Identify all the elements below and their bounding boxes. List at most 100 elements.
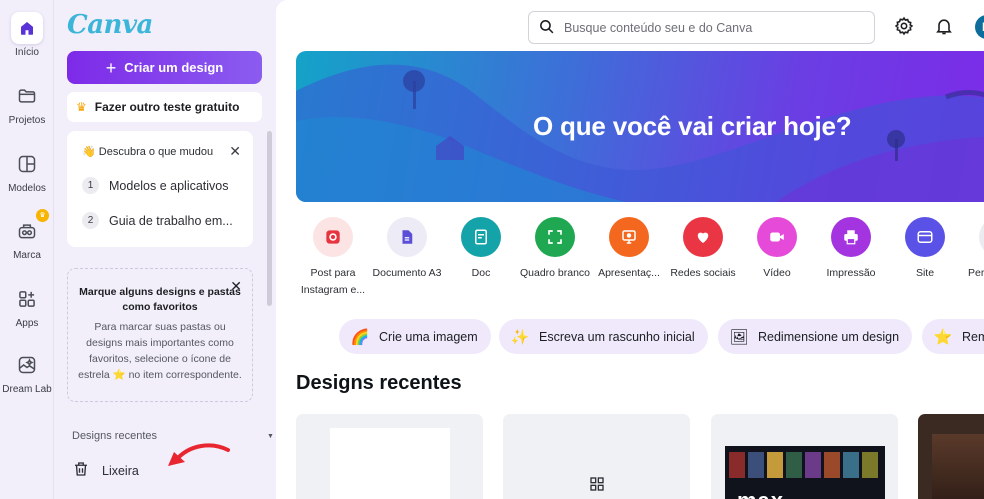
panel-scrollbar[interactable]	[267, 131, 272, 306]
trash-icon	[72, 460, 90, 481]
create-design-button[interactable]: + Criar um design	[67, 51, 262, 84]
custom-size-icon	[979, 217, 984, 257]
rail-item-label: Dream Lab	[2, 384, 52, 395]
document-icon	[387, 217, 427, 257]
chevron-down-icon[interactable]: ▼	[267, 433, 274, 440]
website-icon	[905, 217, 945, 257]
dream-lab-icon	[11, 349, 43, 381]
photo-thumbnail	[932, 434, 984, 499]
chip-label: Crie uma imagem	[379, 329, 478, 344]
recent-design-card[interactable]: max	[711, 414, 898, 499]
print-icon	[831, 217, 871, 257]
resize-icon: 🖼	[729, 328, 749, 346]
category-video[interactable]: Vídeo	[738, 217, 816, 282]
category-label: Vídeo	[763, 267, 791, 279]
category-whiteboard[interactable]: Quadro branco	[516, 217, 594, 282]
doc-icon	[461, 217, 501, 257]
folder-icon	[11, 80, 43, 112]
chip-remove[interactable]: ⭐ Rem	[922, 319, 984, 354]
search-icon	[538, 18, 555, 38]
red-arrow-annotation	[168, 443, 230, 466]
search-placeholder: Busque conteúdo seu e do Canva	[564, 20, 753, 35]
category-custom-size[interactable]: Pers	[960, 217, 984, 282]
recent-designs-label[interactable]: Designs recentes	[72, 430, 157, 442]
home-icon	[11, 12, 43, 44]
sparkle-icon: ✨	[510, 328, 530, 346]
favorites-tip-title: Marque alguns designs e pastas como favo…	[79, 286, 241, 313]
category-label: Pers	[968, 267, 984, 279]
category-label: Site	[915, 267, 935, 279]
trash-label: Lixeira	[102, 463, 139, 478]
chip-label: Rem	[962, 329, 984, 344]
rail-item-label: Início	[15, 47, 39, 58]
rail-item-brand[interactable]: ♛ Marca	[0, 209, 54, 261]
max-logo: max	[737, 488, 784, 499]
favorites-tip-body: Para marcar suas pastas ou designs mais …	[78, 321, 242, 381]
whats-new-item-label: Guia de trabalho em...	[109, 213, 233, 228]
free-trial-button[interactable]: ♛ Fazer outro teste gratuito	[67, 92, 262, 122]
rail-item-projects[interactable]: Projetos	[0, 80, 54, 126]
crown-icon: ♛	[36, 209, 49, 222]
chip-label: Redimensione um design	[758, 329, 900, 344]
bell-icon[interactable]	[934, 16, 954, 41]
step-number: 2	[82, 212, 99, 229]
close-icon[interactable]: ✕	[229, 143, 241, 160]
close-icon[interactable]: ✕	[230, 278, 242, 295]
category-label: Quadro branco	[519, 267, 591, 279]
presentation-icon	[609, 217, 649, 257]
grid-icon	[589, 476, 605, 497]
rail-item-label: Projetos	[8, 115, 46, 126]
avatar[interactable]: M	[975, 15, 984, 39]
category-social-media[interactable]: Redes sociais	[664, 217, 742, 282]
chip-resize-design[interactable]: 🖼 Redimensione um design	[718, 319, 913, 354]
instagram-post-icon	[313, 217, 353, 257]
rail-item-home[interactable]: Início	[0, 12, 54, 58]
category-doc[interactable]: Doc	[442, 217, 520, 282]
social-media-icon	[683, 217, 723, 257]
trash-link[interactable]: Lixeira	[72, 460, 139, 481]
category-label: Documento A3	[372, 267, 442, 279]
create-design-label: Criar um design	[124, 60, 224, 75]
category-document-a3[interactable]: Documento A3	[368, 217, 446, 282]
brand-icon: ♛	[11, 209, 49, 247]
category-instagram-post[interactable]: Post para Instagram e...	[294, 217, 372, 299]
category-label: Doc	[471, 267, 491, 279]
rainbow-icon: 🌈	[350, 328, 370, 346]
recent-design-card[interactable]	[918, 414, 984, 499]
category-label: Impressão	[826, 267, 876, 279]
rail-item-apps[interactable]: Apps	[0, 283, 54, 329]
search-input[interactable]: Busque conteúdo seu e do Canva	[528, 11, 875, 44]
category-label: Redes sociais	[670, 267, 736, 279]
category-label: Post para Instagram e...	[300, 267, 366, 296]
rail-item-dream-lab[interactable]: Dream Lab	[0, 349, 54, 395]
rail-item-label: Modelos	[8, 183, 46, 194]
recent-design-card[interactable]	[503, 414, 690, 499]
whiteboard-icon	[535, 217, 575, 257]
side-panel: Canva + Criar um design ♛ Fazer outro te…	[54, 0, 276, 499]
gear-icon[interactable]	[894, 16, 914, 41]
category-website[interactable]: Site	[886, 217, 964, 282]
main-content: Busque conteúdo seu e do Canva M O que v…	[276, 0, 984, 499]
recent-design-card[interactable]	[296, 414, 483, 499]
wave-icon: 👋	[82, 146, 96, 158]
hero-title: O que você vai criar hoje?	[533, 111, 852, 141]
video-icon	[757, 217, 797, 257]
free-trial-label: Fazer outro teste gratuito	[94, 100, 240, 114]
favorites-tip: ✕ Marque alguns designs e pastas como fa…	[67, 268, 253, 402]
star-icon: ⭐	[933, 328, 953, 346]
canva-logo[interactable]: Canva	[67, 10, 153, 40]
left-rail: Início Projetos Modelos ♛ Marca Apps Dre…	[0, 0, 54, 499]
chip-create-image[interactable]: 🌈 Crie uma imagem	[339, 319, 491, 354]
whats-new-item[interactable]: 2 Guia de trabalho em...	[82, 212, 241, 229]
whats-new-item[interactable]: 1 Modelos e aplicativos	[82, 177, 241, 194]
rail-item-templates[interactable]: Modelos	[0, 148, 54, 194]
chip-write-draft[interactable]: ✨ Escreva um rascunho inicial	[499, 319, 708, 354]
category-presentation[interactable]: Apresentaç...	[590, 217, 668, 282]
category-print[interactable]: Impressão	[812, 217, 890, 282]
category-label: Apresentaç...	[598, 267, 660, 279]
video-thumbnail: max	[725, 446, 885, 499]
plus-icon: +	[105, 57, 117, 78]
templates-icon	[11, 148, 43, 180]
recent-designs-title: Designs recentes	[296, 372, 462, 394]
whats-new-title: 👋 Descubra o que mudou	[82, 146, 214, 158]
